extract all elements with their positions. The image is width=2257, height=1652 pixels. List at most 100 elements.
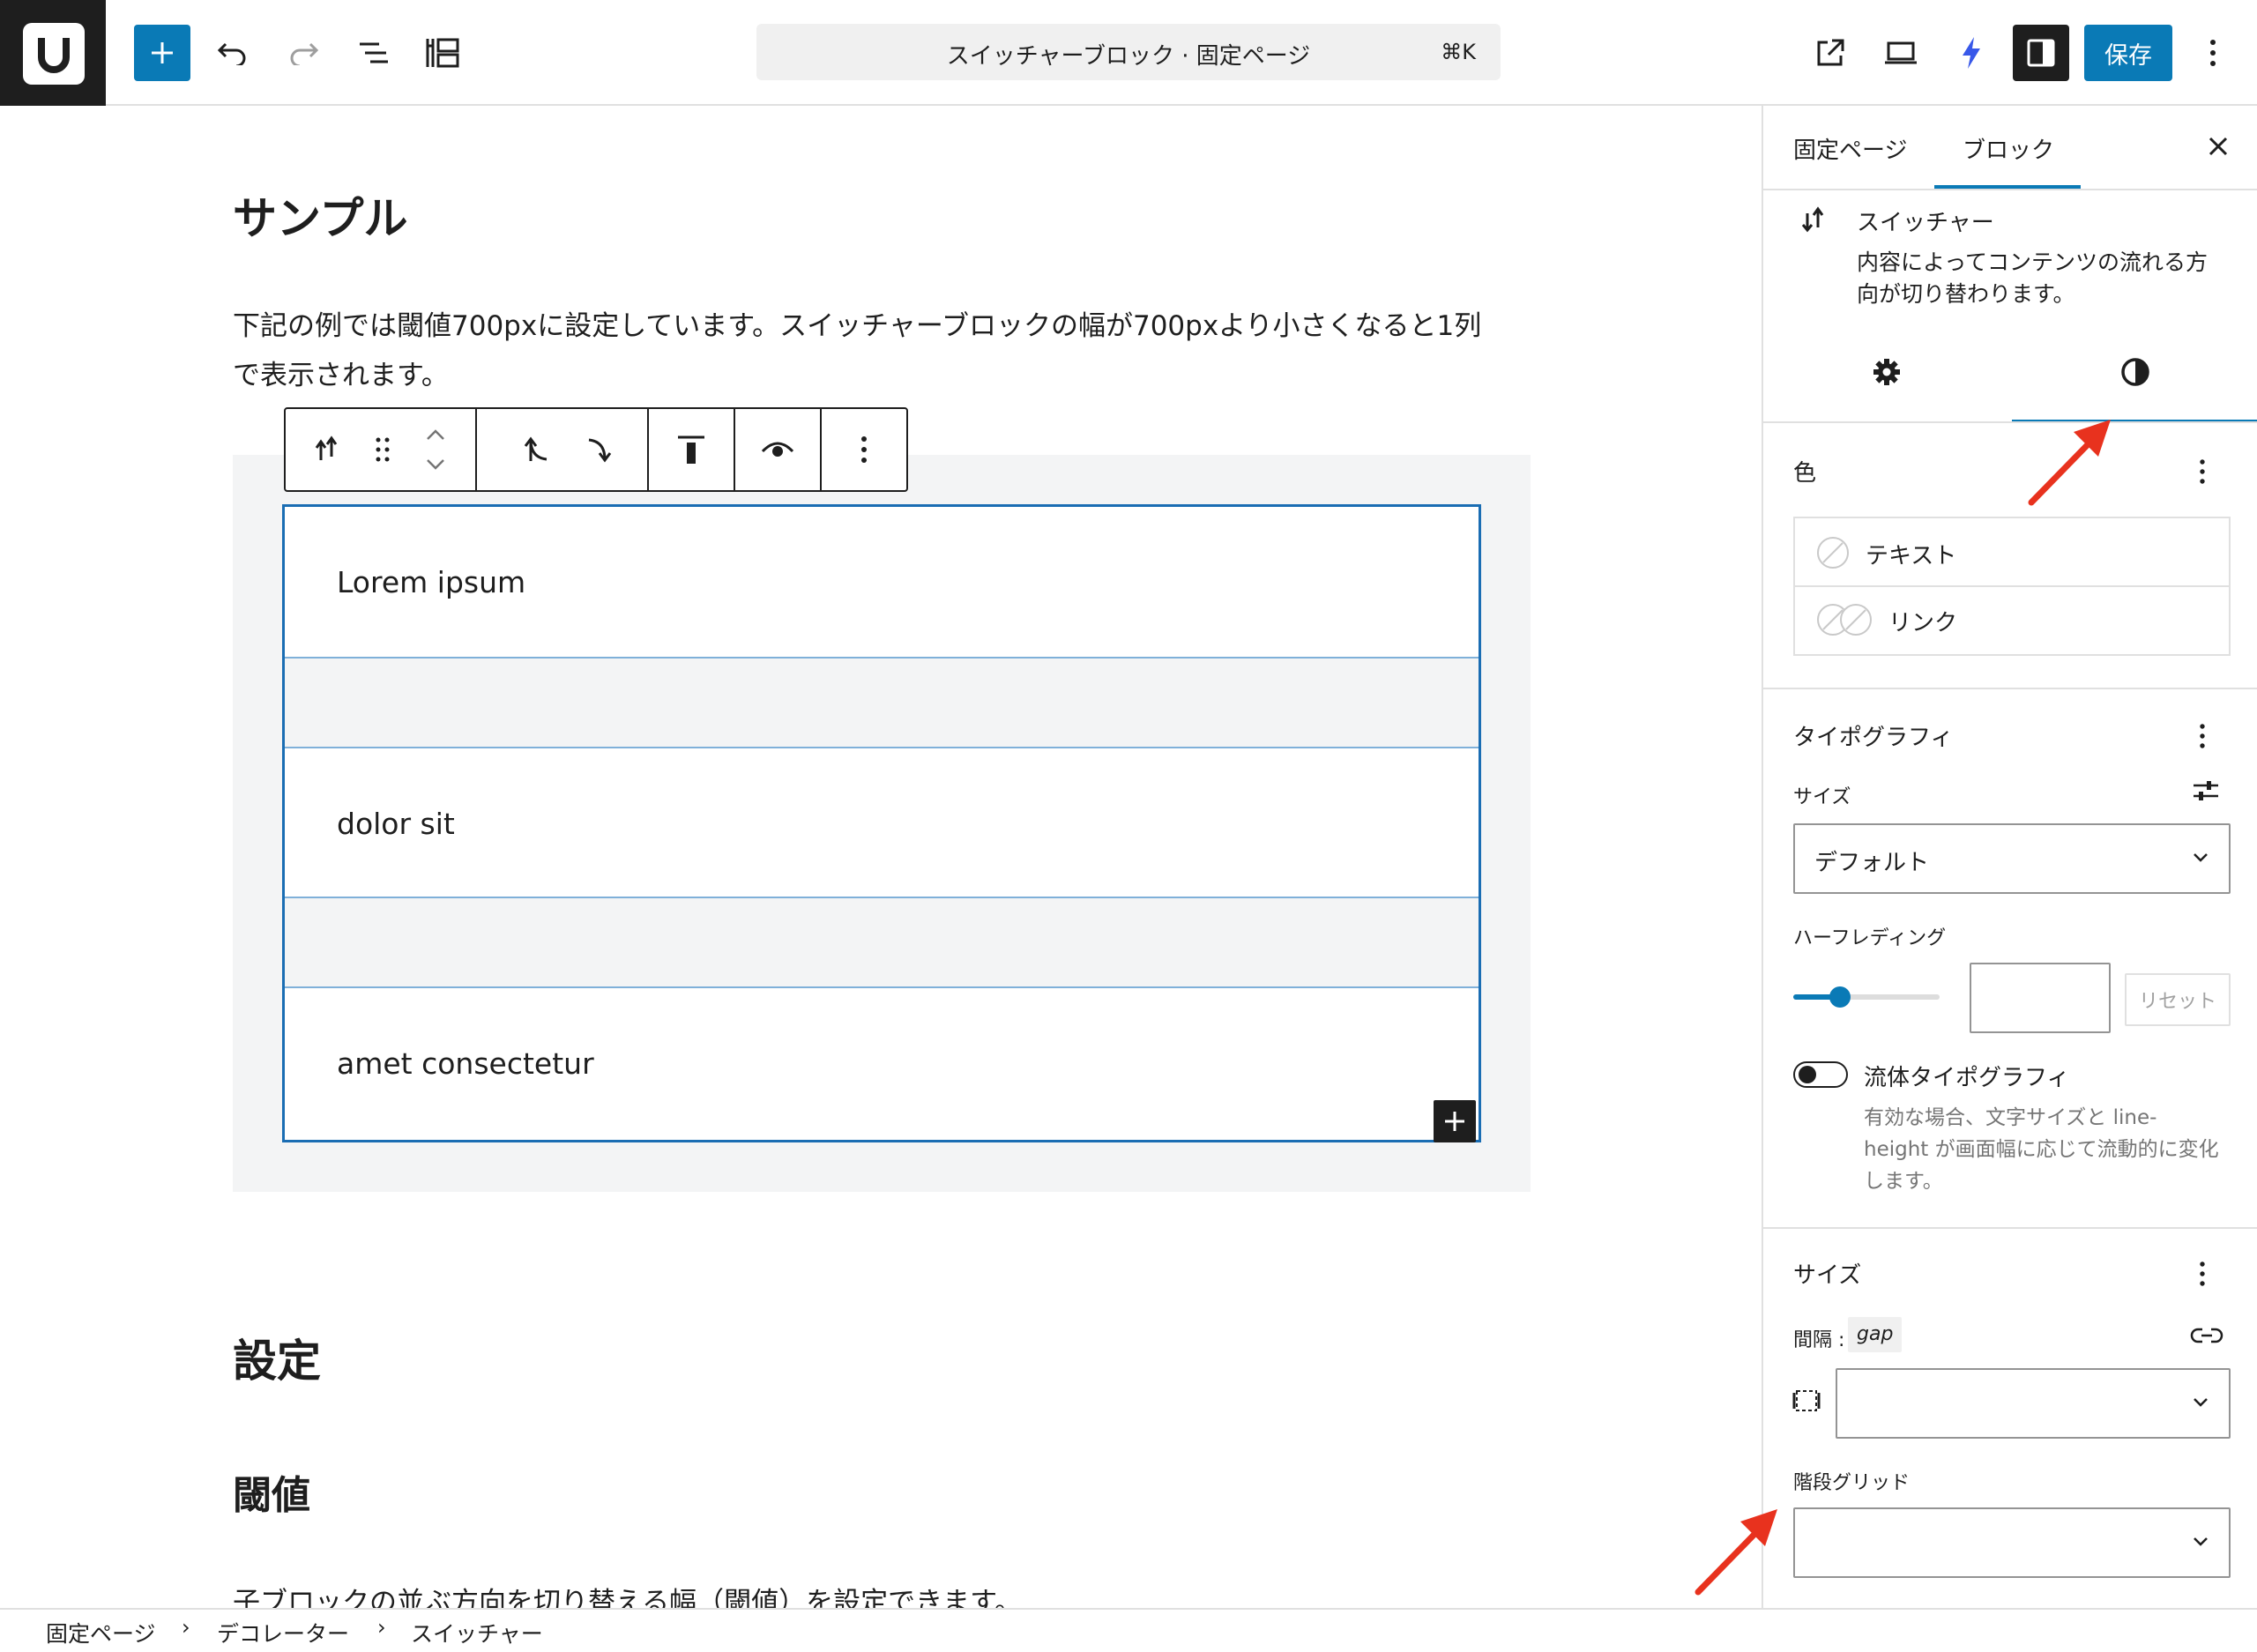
document-overview-button[interactable] bbox=[346, 25, 402, 81]
half-leading-input[interactable] bbox=[1970, 963, 2111, 1033]
undo-icon bbox=[217, 41, 249, 65]
undo-button[interactable] bbox=[205, 25, 261, 81]
color-panel-title: 色 bbox=[1793, 460, 1817, 487]
reset-button[interactable]: リセット bbox=[2125, 973, 2231, 1026]
fluid-typography-toggle[interactable] bbox=[1793, 1061, 1848, 1088]
help-line: します。 bbox=[1864, 1170, 1943, 1193]
switcher-block[interactable]: Lorem ipsum dolor sit amet consectetur bbox=[282, 504, 1481, 1142]
drag-handle-icon bbox=[375, 436, 391, 463]
typography-options-button[interactable] bbox=[2199, 723, 2206, 749]
logo-badge bbox=[23, 23, 85, 85]
heading-threshold[interactable]: 閾値 bbox=[233, 1463, 310, 1520]
tab-page[interactable]: 固定ページ bbox=[1793, 132, 1907, 165]
gap-badge: gap bbox=[1848, 1317, 1903, 1352]
gap-select[interactable] bbox=[1836, 1368, 2231, 1439]
font-size-value: デフォルト bbox=[1814, 850, 1930, 876]
block-options-button[interactable] bbox=[822, 409, 906, 490]
performance-plugin-button[interactable] bbox=[1943, 25, 2000, 81]
gap-sides-icon bbox=[1791, 1386, 1821, 1416]
logo-u-icon bbox=[38, 38, 70, 73]
move-up-down-buttons[interactable] bbox=[409, 409, 462, 490]
annotation-arrow-stair-grid bbox=[1695, 1509, 1777, 1596]
fluid-typography-help: 有効な場合、文字サイズと line- height が画面幅に応じて流動的に変化… bbox=[1864, 1102, 2234, 1197]
stair-grid-label: 階段グリッド bbox=[1793, 1472, 1911, 1494]
size-options-button[interactable] bbox=[2199, 1261, 2206, 1287]
vertical-align-button[interactable] bbox=[649, 409, 734, 490]
threshold-paragraph[interactable]: 子ブロックの並ぶ方向を切り替える幅（閾値）を設定できます。 bbox=[233, 1578, 1538, 1608]
close-icon bbox=[2206, 134, 2231, 159]
chevron-down-icon bbox=[2192, 1536, 2209, 1548]
heading-settings[interactable]: 設定 bbox=[233, 1326, 321, 1389]
block-card-title: スイッチャー bbox=[1857, 210, 1994, 236]
site-logo-button[interactable] bbox=[0, 0, 106, 106]
direction-down-button[interactable] bbox=[577, 409, 621, 490]
breadcrumb-item: スイッチャー bbox=[411, 1621, 543, 1647]
toggle-knob bbox=[1799, 1066, 1816, 1083]
switcher-item[interactable]: Lorem ipsum bbox=[285, 507, 1479, 659]
tab-settings[interactable] bbox=[1763, 337, 2010, 407]
options-menu-button[interactable] bbox=[2185, 25, 2241, 81]
close-sidebar-button[interactable] bbox=[2206, 134, 2231, 159]
lightning-icon bbox=[1959, 35, 1984, 71]
block-toolbar bbox=[284, 407, 908, 492]
half-leading-slider[interactable] bbox=[1793, 986, 1940, 1008]
settings-toggle-button[interactable] bbox=[2013, 25, 2069, 81]
drag-handle[interactable] bbox=[365, 409, 400, 490]
block-breadcrumb: 固定ページ › デコレーター › スイッチャー bbox=[0, 1608, 2257, 1652]
half-leading-label: ハーフレディング bbox=[1793, 927, 1947, 949]
help-line: 有効な場合、文字サイズと line- bbox=[1864, 1106, 2157, 1129]
intro-paragraph[interactable]: 下記の例では閾値700pxに設定しています。スイッチャーブロックの幅が700px… bbox=[233, 301, 1538, 400]
unlink-sides-button[interactable] bbox=[2190, 1326, 2223, 1345]
slider-thumb[interactable] bbox=[1829, 986, 1851, 1008]
color-panel-options-button[interactable] bbox=[2199, 458, 2206, 485]
visibility-button[interactable] bbox=[735, 409, 820, 490]
save-button[interactable]: 保存 bbox=[2084, 25, 2172, 81]
redo-button[interactable] bbox=[275, 25, 331, 81]
block-desc-line: 内容によってコンテンツの流れる方 bbox=[1857, 249, 2209, 275]
contrast-styles-icon bbox=[2119, 356, 2151, 388]
command-palette-bar[interactable]: スイッチャーブロック · 固定ページ ⌘K bbox=[756, 24, 1501, 80]
block-type-button[interactable] bbox=[303, 409, 349, 490]
switcher-item-text: dolor sit bbox=[337, 807, 455, 841]
font-size-select[interactable]: デフォルト bbox=[1793, 823, 2231, 894]
eye-icon bbox=[761, 439, 794, 460]
breadcrumb-item[interactable]: デコレーター bbox=[217, 1617, 349, 1648]
more-vertical-icon bbox=[860, 435, 868, 464]
annotation-arrow-styles-tab bbox=[2028, 420, 2111, 506]
view-post-button[interactable] bbox=[1802, 25, 1858, 81]
switcher-item-text: Lorem ipsum bbox=[337, 565, 526, 599]
color-item-label: テキスト bbox=[1866, 543, 1957, 569]
help-line: height が画面幅に応じて流動的に変化 bbox=[1864, 1138, 2219, 1161]
document-title: スイッチャーブロック · 固定ページ bbox=[946, 43, 1311, 70]
external-link-icon bbox=[1815, 38, 1845, 68]
switcher-icon bbox=[312, 435, 340, 464]
switcher-item[interactable]: dolor sit bbox=[285, 747, 1479, 898]
intro-line-2: で表示されます。 bbox=[233, 360, 449, 391]
tab-styles[interactable] bbox=[2012, 337, 2257, 407]
tab-block[interactable]: ブロック bbox=[1963, 132, 2054, 165]
divider bbox=[1763, 421, 2257, 423]
color-text-item[interactable]: テキスト bbox=[1793, 517, 2231, 587]
layout-icon bbox=[425, 37, 460, 69]
add-child-block-button[interactable] bbox=[1434, 1100, 1476, 1142]
preview-device-button[interactable] bbox=[1873, 25, 1929, 81]
block-patterns-button[interactable] bbox=[414, 25, 471, 81]
plus-icon bbox=[1443, 1110, 1466, 1133]
stair-grid-select[interactable] bbox=[1793, 1507, 2231, 1578]
color-link-item[interactable]: リンク bbox=[1793, 585, 2231, 656]
breadcrumb-item[interactable]: 固定ページ bbox=[46, 1617, 156, 1648]
block-card-description: 内容によってコンテンツの流れる方 向が切り替わります。 bbox=[1857, 247, 2208, 310]
switcher-item[interactable]: amet consectetur bbox=[285, 986, 1479, 1140]
turn-down-icon bbox=[585, 435, 612, 465]
intro-line-1: 下記の例では閾値700pxに設定しています。スイッチャーブロックの幅が700px… bbox=[233, 310, 1482, 342]
heading-sample[interactable]: サンプル bbox=[233, 183, 408, 247]
editor-canvas: サンプル 下記の例では閾値700pxに設定しています。スイッチャーブロックの幅が… bbox=[0, 106, 1763, 1608]
toolbar-divider bbox=[475, 409, 477, 490]
turn-up-icon bbox=[524, 435, 550, 465]
custom-size-toggle[interactable] bbox=[2192, 778, 2220, 804]
switcher-item-text: amet consectetur bbox=[337, 1046, 594, 1081]
direction-up-button[interactable] bbox=[515, 409, 559, 490]
chevron-down-icon bbox=[2192, 1396, 2209, 1409]
add-block-button[interactable] bbox=[134, 25, 190, 81]
redo-icon bbox=[287, 41, 319, 65]
